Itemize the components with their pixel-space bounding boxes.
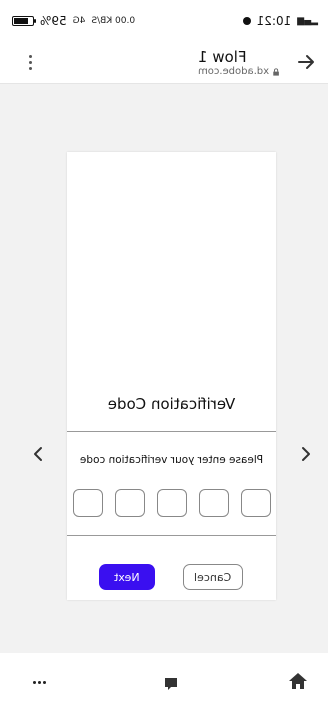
battery-percent: 59% [40,14,67,28]
divider-top [67,431,276,432]
arrow-left-icon[interactable] [294,50,318,74]
code-box[interactable] [241,489,271,517]
battery-icon [12,16,34,26]
title-block: Flow 1 xd.adobe.com [198,48,280,78]
bottom-bar [0,653,328,707]
more-dots-icon[interactable] [33,681,46,684]
home-icon[interactable] [288,671,308,691]
code-inputs [73,489,271,519]
prototype-viewer: Verification Code Please enter your veri… [0,84,328,653]
xd-preview-page: 0.00 KB/S 4G 59% ▂▄▆ 10:21 Flow 1 xd.ado… [0,0,328,707]
code-box[interactable] [73,489,103,517]
chevron-left-icon[interactable] [30,445,48,463]
card-title: Verification Code [107,395,236,413]
divider-bottom [67,535,276,536]
code-box[interactable] [199,489,229,517]
code-box[interactable] [157,489,187,517]
notification-icon [242,17,251,25]
network-type: 4G [72,16,86,26]
verification-card: Verification Code Please enter your veri… [67,152,276,600]
status-right: 0.00 KB/S 4G 59% [12,13,135,29]
page-title: Flow 1 [197,48,247,66]
lock-icon [273,68,279,76]
status-bar-mirror: 0.00 KB/S 4G 59% ▂▄▆ 10:21 [0,0,328,40]
code-box[interactable] [115,489,145,517]
url-row: xd.adobe.com [198,66,280,78]
network-speed: 0.00 KB/S [91,16,136,26]
status-left: ▂▄▆ 10:21 [242,13,318,29]
kebab-menu-icon[interactable] [20,48,40,76]
status-bar: 0.00 KB/S 4G 59% ▂▄▆ 10:21 [0,0,328,40]
next-button[interactable]: Next [99,564,155,590]
top-bar: Flow 1 xd.adobe.com [0,40,328,84]
signal-icon: ▂▄▆ [297,16,318,26]
page-url: xd.adobe.com [197,66,269,77]
next-label: Next [114,570,140,584]
cancel-label: Cancel [194,570,232,584]
chevron-right-icon[interactable] [296,445,314,463]
cancel-button[interactable]: Cancel [183,564,243,590]
status-time: 10:21 [256,14,292,28]
comment-icon[interactable] [164,677,178,691]
instruction-text: Please enter your verification code [79,454,264,466]
